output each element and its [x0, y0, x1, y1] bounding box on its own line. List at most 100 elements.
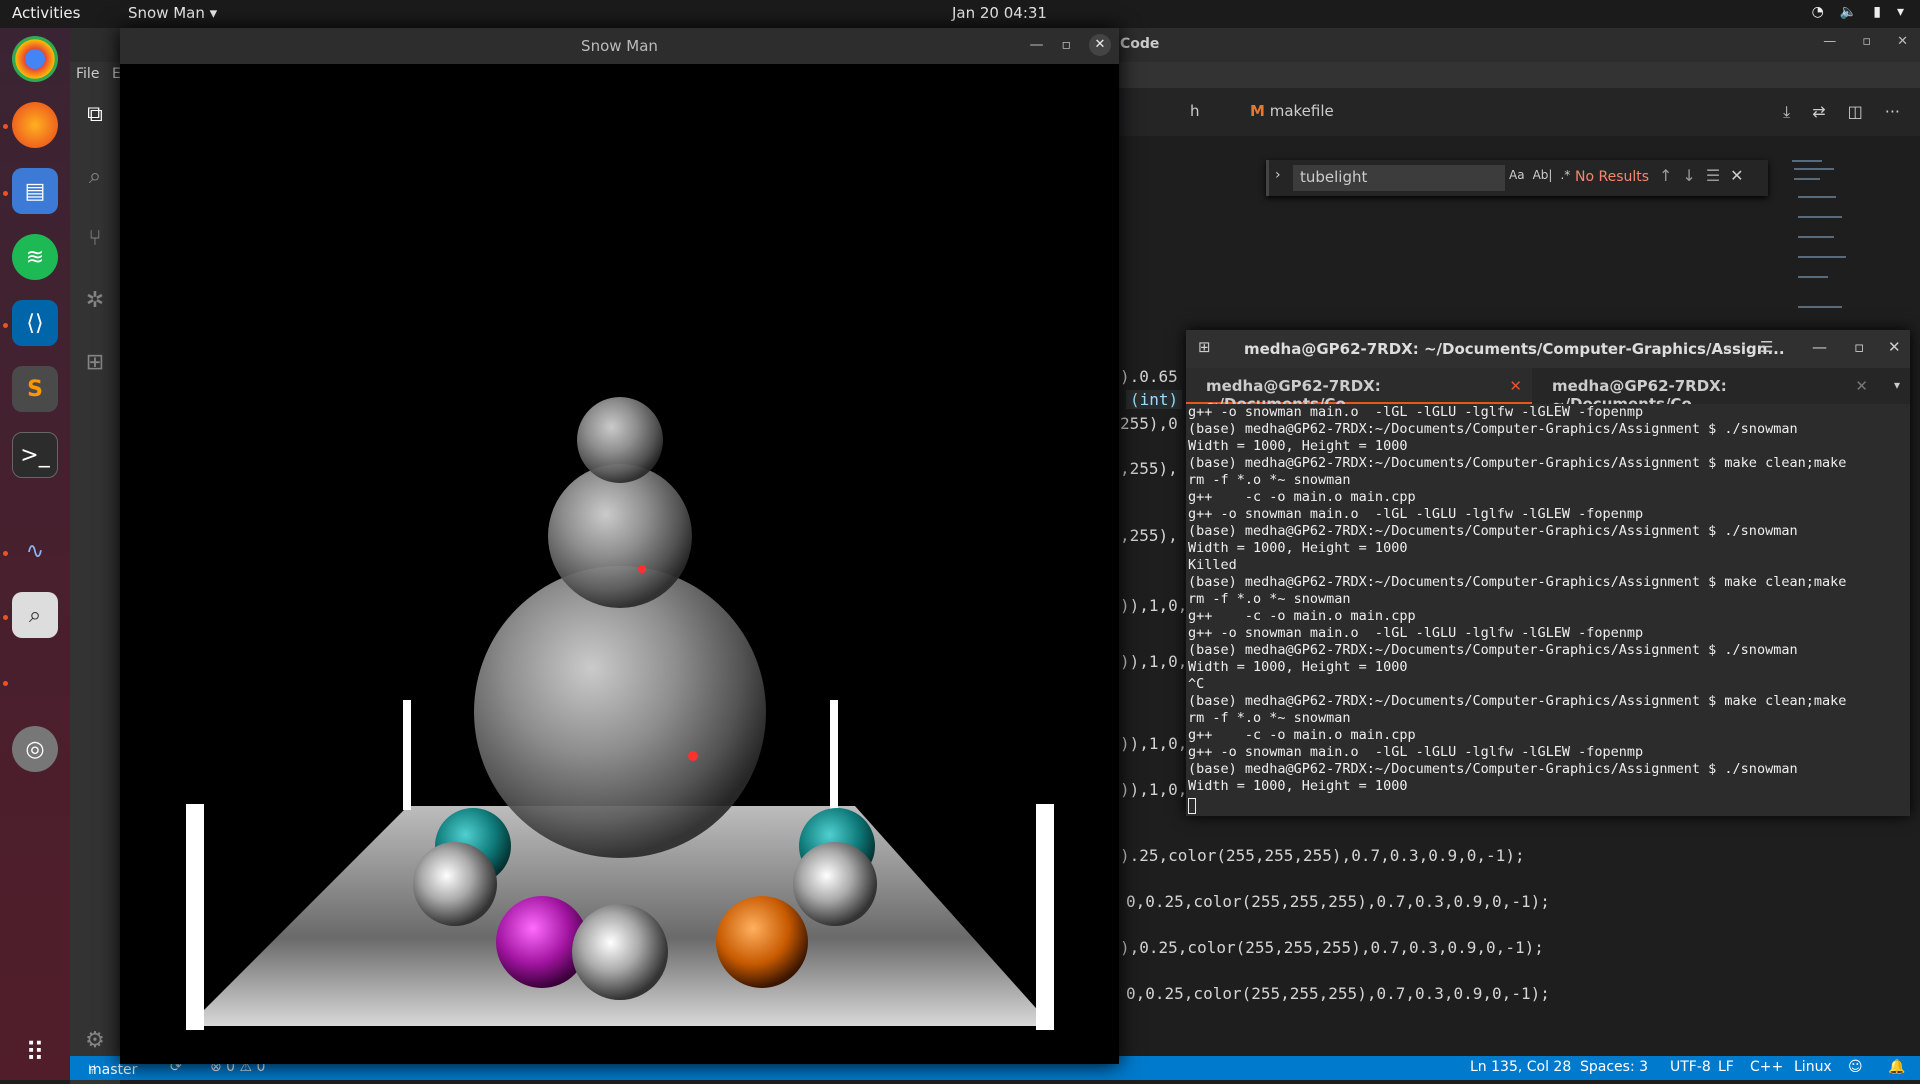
- feedback-icon[interactable]: ☺: [1848, 1059, 1863, 1075]
- code-text: ),0.25,color(255,255,255),0.7,0.3,0.9,0,…: [1120, 938, 1544, 957]
- close-icon[interactable]: ✕: [1888, 338, 1901, 356]
- cursor-position[interactable]: Ln 135, Col 28: [1470, 1059, 1571, 1075]
- code-line: ),0.25,color(255,255,255),0.7,0.3,0.9,0,…: [1120, 938, 1544, 957]
- vscode-icon[interactable]: ⟨⟩: [12, 300, 58, 346]
- language-mode[interactable]: C++: [1750, 1059, 1783, 1075]
- arrow-up-icon[interactable]: ↑: [1659, 166, 1672, 185]
- terminal-tab-2[interactable]: medha@GP62-7RDX: ~/Documents/Co... ✕: [1532, 368, 1878, 413]
- search-icon[interactable]: ⌕: [1724, 338, 1732, 356]
- snowman-window: Snow Man — ▫ ✕: [120, 28, 1119, 1064]
- search-icon[interactable]: ⌕: [80, 164, 110, 194]
- running-indicator: [3, 124, 8, 129]
- maximize-icon[interactable]: ▫: [1062, 37, 1072, 53]
- toggle-replace-icon[interactable]: ›: [1275, 167, 1281, 183]
- terminal-line: g++ -c -o main.o main.cpp: [1188, 489, 1416, 505]
- minimap-line: [1798, 236, 1834, 238]
- snowman-head-sphere: [577, 397, 663, 483]
- terminal-line: Width = 1000, Height = 1000: [1188, 438, 1408, 454]
- terminal-line: Width = 1000, Height = 1000: [1188, 659, 1408, 675]
- terminal-line: Width = 1000, Height = 1000: [1188, 778, 1408, 794]
- disk-icon[interactable]: ◎: [12, 726, 58, 772]
- power-menu-icon: ▾: [1896, 4, 1904, 20]
- system-tray[interactable]: ◔ 🔈 ▮ ▾: [1812, 4, 1904, 20]
- arrow-down-icon[interactable]: ↓: [1682, 166, 1695, 185]
- gear-icon[interactable]: ⚙: [80, 1028, 110, 1058]
- makefile-icon: M: [1250, 102, 1265, 120]
- terminal-title: medha@GP62-7RDX: ~/Documents/Computer-Gr…: [1244, 340, 1785, 358]
- terminal-output[interactable]: g++ -o snowman main.o -lGL -lGLU -lglfw …: [1186, 404, 1910, 816]
- whole-word-toggle[interactable]: Ab|: [1533, 168, 1553, 182]
- close-icon[interactable]: ✕: [1855, 377, 1868, 395]
- vscode-title: Code: [1120, 36, 1160, 52]
- download-icon[interactable]: ⤓: [1783, 102, 1790, 122]
- raytraced-scene: [186, 397, 1054, 1030]
- indentation[interactable]: Spaces: 3: [1580, 1059, 1648, 1075]
- more-actions-icon[interactable]: ···: [1885, 102, 1900, 122]
- terminal-line: (base) medha@GP62-7RDX:~/Documents/Compu…: [1188, 523, 1798, 539]
- chrome-sphere-center: [572, 904, 668, 1000]
- battery-icon: ▮: [1873, 4, 1881, 20]
- terminal-line: g++ -c -o main.o main.cpp: [1188, 608, 1416, 624]
- snowman-middle-sphere: [548, 464, 692, 608]
- terminal-icon[interactable]: >_: [12, 432, 58, 478]
- tab-makefile-label: makefile: [1269, 102, 1334, 120]
- close-icon[interactable]: ✕: [1730, 166, 1743, 185]
- tab-h[interactable]: h: [1172, 88, 1218, 136]
- extensions-icon[interactable]: ⊞: [80, 350, 110, 380]
- terminal-line: (base) medha@GP62-7RDX:~/Documents/Compu…: [1188, 421, 1798, 437]
- terminal-line: rm -f *.o *~ snowman: [1188, 591, 1351, 607]
- show-apps-icon[interactable]: ⠿: [12, 1030, 58, 1076]
- find-input[interactable]: tubelight: [1293, 165, 1505, 191]
- running-indicator: [3, 323, 8, 328]
- close-icon[interactable]: ✕: [1897, 34, 1908, 49]
- spotify-icon[interactable]: ≋: [12, 234, 58, 280]
- tabs-menu-icon[interactable]: ▾: [1894, 378, 1900, 392]
- close-icon[interactable]: ✕: [1509, 377, 1522, 395]
- system-monitor-icon[interactable]: ∿: [12, 528, 58, 574]
- maximize-icon[interactable]: ▫: [1862, 34, 1871, 49]
- minimize-icon[interactable]: —: [1812, 338, 1827, 356]
- code-line: )),1,0,: [1120, 596, 1188, 615]
- explorer-icon[interactable]: ⧉: [80, 102, 110, 132]
- maximize-icon[interactable]: ▫: [1854, 338, 1864, 356]
- magnifier-icon[interactable]: ⌕: [12, 592, 58, 638]
- app-menu-label: Snow Man: [128, 4, 205, 22]
- find-in-selection-icon[interactable]: ☰: [1706, 166, 1720, 185]
- minimap-line: [1798, 256, 1846, 258]
- find-results: No Results: [1575, 169, 1650, 185]
- chrome-icon[interactable]: [12, 36, 58, 82]
- source-control-icon[interactable]: ⑂: [80, 226, 110, 256]
- tab-makefile[interactable]: M makefile: [1232, 88, 1352, 136]
- terminal-tab-1[interactable]: medha@GP62-7RDX: ~/Documents/Co... ✕: [1186, 368, 1532, 413]
- split-editor-icon[interactable]: ◫: [1848, 102, 1863, 122]
- app-menu[interactable]: Snow Man ▾: [128, 4, 217, 22]
- files-icon[interactable]: ▤: [12, 168, 58, 214]
- regex-toggle[interactable]: .*: [1560, 168, 1570, 182]
- clock[interactable]: Jan 20 04:31: [952, 4, 1047, 22]
- chevron-down-icon: ▾: [209, 4, 218, 22]
- editor-actions: ⤓ ⇄ ◫ ···: [1783, 102, 1900, 122]
- new-tab-icon[interactable]: ⊞: [1198, 338, 1211, 356]
- encoding[interactable]: UTF-8: [1670, 1059, 1711, 1075]
- snowman-titlebar[interactable]: Snow Man — ▫ ✕: [120, 28, 1119, 64]
- minimize-icon[interactable]: —: [1823, 34, 1836, 49]
- line-ending[interactable]: LF: [1718, 1059, 1734, 1075]
- activities-button[interactable]: Activities: [12, 4, 80, 22]
- sublime-text-icon[interactable]: S: [12, 366, 58, 412]
- match-case-toggle[interactable]: Aa: [1509, 168, 1525, 182]
- pillar-right-front: [1036, 804, 1054, 1030]
- close-icon[interactable]: ✕: [1089, 34, 1111, 56]
- wifi-icon: ◔: [1811, 4, 1824, 20]
- os-indicator[interactable]: Linux: [1794, 1059, 1832, 1075]
- running-indicator: [3, 681, 8, 686]
- hamburger-menu-icon[interactable]: ☰: [1760, 338, 1773, 356]
- activity-bar: ⧉ ⌕ ⑂ ✲ ⊞ ⚙: [70, 88, 120, 1084]
- minimize-icon[interactable]: —: [1030, 37, 1044, 53]
- firefox-icon[interactable]: [12, 102, 58, 148]
- debug-icon[interactable]: ✲: [80, 288, 110, 318]
- bell-icon[interactable]: 🔔: [1888, 1059, 1905, 1075]
- running-indicator: [3, 191, 8, 196]
- menu-file[interactable]: File: [76, 66, 99, 82]
- compare-icon[interactable]: ⇄: [1812, 102, 1825, 122]
- terminal-headerbar[interactable]: ⊞ medha@GP62-7RDX: ~/Documents/Computer-…: [1186, 330, 1910, 368]
